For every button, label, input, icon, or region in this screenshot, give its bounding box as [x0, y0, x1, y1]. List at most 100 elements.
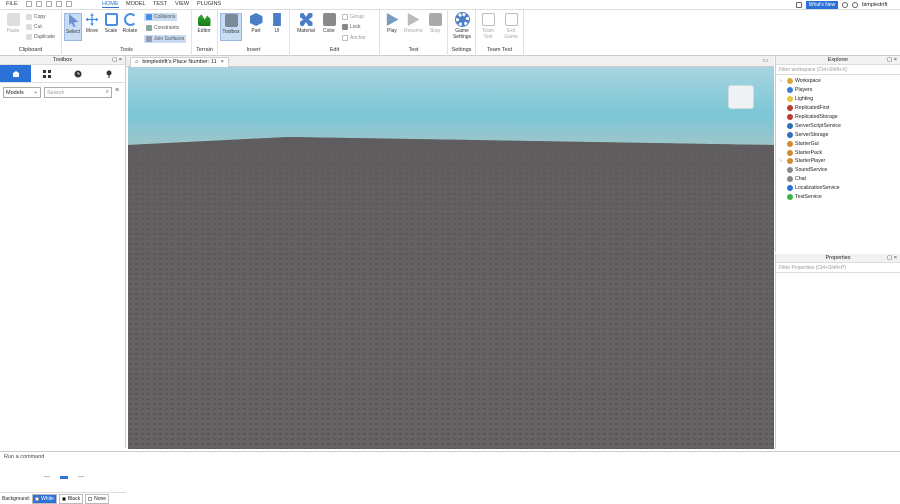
paste-button[interactable]: Paste	[4, 13, 22, 34]
tab-marketplace[interactable]	[0, 65, 32, 82]
lock-icon	[342, 24, 348, 30]
menu-plugins[interactable]: PLUGINS	[197, 1, 221, 7]
tab-recent[interactable]	[63, 65, 94, 82]
panel-controls-icon[interactable]: ▢ ×	[112, 56, 122, 65]
whats-new-button[interactable]: What's New	[806, 1, 838, 9]
redo-icon[interactable]	[56, 1, 62, 7]
stop-icon	[428, 13, 442, 26]
tree-item[interactable]: StarterGui	[776, 139, 900, 148]
tree-item[interactable]: Lighting	[776, 95, 900, 104]
bg-white-option[interactable]: White	[32, 493, 57, 504]
command-bar[interactable]: Run a command	[0, 451, 900, 461]
part-button[interactable]: Part	[247, 13, 265, 34]
rotate-button[interactable]: Rotate	[121, 13, 139, 34]
stop-button[interactable]: Stop	[426, 13, 444, 34]
collisions-toggle[interactable]: Collisions	[144, 13, 178, 21]
undo-icon[interactable]	[46, 1, 52, 7]
tab-creations[interactable]	[94, 65, 125, 82]
search-input[interactable]: Search ⌕	[44, 87, 112, 98]
copy-button[interactable]: Copy	[26, 14, 46, 20]
material-icon	[299, 13, 313, 26]
bg-none-option[interactable]: None	[85, 493, 110, 504]
group-button[interactable]: Group	[342, 14, 364, 20]
tree-item[interactable]: › Workspace	[776, 77, 900, 86]
explorer-header: Explorer ▢ ×	[776, 56, 900, 65]
tree-item-label: ServerScriptService	[795, 122, 841, 129]
team-test-button[interactable]: Team Test	[479, 13, 497, 40]
game-settings-button[interactable]: Game Settings	[452, 12, 472, 40]
tree-item[interactable]: LocalizationService	[776, 184, 900, 193]
rotate-icon	[123, 13, 137, 26]
toolbox-button[interactable]: Toolbox	[220, 13, 242, 41]
group-icon	[342, 14, 348, 20]
collapse-ribbon-icon[interactable]	[796, 2, 802, 8]
menu-test[interactable]: TEST	[153, 1, 167, 7]
save-icon[interactable]	[36, 1, 42, 7]
menu-model[interactable]: MODEL	[126, 1, 146, 7]
username[interactable]: bimpledrift	[862, 2, 887, 8]
menu-home[interactable]: HOME	[102, 1, 119, 8]
tree-item[interactable]: ReplicatedStorage	[776, 113, 900, 122]
constraints-toggle[interactable]: Constraints	[146, 25, 179, 31]
bg-black-option[interactable]: Black	[58, 493, 84, 504]
toolbox-filter-row: Models ⌄ Search ⌕ ≡	[0, 83, 125, 102]
place-tab-title: bimpledrift's Place Number: 11	[142, 59, 217, 65]
terrain-editor-button[interactable]: Editor	[195, 13, 213, 34]
close-tab-icon[interactable]: ×	[221, 59, 224, 66]
clipboard-group: Paste Copy Cut Duplicate Clipboard	[0, 10, 62, 56]
expand-arrow-icon[interactable]: ›	[780, 78, 785, 84]
insert-group: Toolbox Part UI Insert	[218, 10, 290, 56]
view-cube[interactable]	[728, 85, 754, 109]
filter-icon[interactable]: ≡	[115, 87, 119, 98]
restore-icon[interactable]: ▭	[762, 57, 768, 64]
ribbon: Paste Copy Cut Duplicate Clipboard Selec…	[0, 10, 900, 56]
tree-item[interactable]: Chat	[776, 175, 900, 184]
share-icon[interactable]	[852, 2, 858, 8]
color-button[interactable]: Color	[320, 13, 338, 34]
lock-button[interactable]: Lock	[342, 24, 361, 30]
tree-item-label: ReplicatedStorage	[795, 114, 838, 120]
move-button[interactable]: Move	[83, 13, 101, 34]
menu-view[interactable]: VIEW	[175, 1, 189, 7]
menu-file[interactable]: FILE	[6, 1, 18, 7]
tree-item[interactable]: StarterPack	[776, 148, 900, 157]
tree-item[interactable]: › StarterPlayer	[776, 157, 900, 166]
tree-item-label: TestService	[795, 194, 822, 201]
dropdown-icon[interactable]	[66, 1, 72, 7]
cut-button[interactable]: Cut	[26, 24, 42, 30]
document-tab-bar: ⌂ bimpledrift's Place Number: 11 × ▭	[126, 56, 774, 67]
toolbox-icon	[224, 14, 238, 27]
anchor-button[interactable]: Anchor	[342, 35, 366, 41]
resume-button[interactable]: Resume	[404, 13, 423, 34]
tree-item[interactable]: SoundService	[776, 166, 900, 175]
tree-item[interactable]: TestService	[776, 193, 900, 202]
duplicate-button[interactable]: Duplicate	[26, 34, 55, 40]
test-label: Test	[408, 47, 419, 53]
panel-controls-icon[interactable]: ▢ ×	[887, 254, 897, 263]
scale-button[interactable]: Scale	[102, 13, 120, 34]
tree-item[interactable]: ReplicatedFirst	[776, 104, 900, 113]
join-surfaces-toggle[interactable]: Join Surfaces	[144, 35, 187, 43]
explorer-filter-input[interactable]: Filter workspace (Ctrl+Shift+X)	[776, 65, 900, 75]
help-icon[interactable]	[842, 2, 848, 8]
properties-title: Properties	[825, 255, 851, 261]
team-test-label: Team Test	[487, 47, 512, 53]
select-button[interactable]: Select	[64, 13, 82, 41]
settings-label: Settings	[451, 47, 472, 53]
properties-filter-input[interactable]: Filter Properties (Ctrl+Shift+P)	[776, 263, 900, 273]
tree-item[interactable]: ServerScriptService	[776, 121, 900, 130]
3d-viewport[interactable]	[128, 67, 774, 449]
material-button[interactable]: Material	[296, 13, 316, 34]
category-dropdown[interactable]: Models ⌄	[3, 87, 41, 98]
place-tab[interactable]: ⌂ bimpledrift's Place Number: 11 ×	[130, 57, 229, 67]
exit-game-button[interactable]: Exit Game	[502, 13, 520, 40]
tree-item[interactable]: ServerStorage	[776, 130, 900, 139]
panel-controls-icon[interactable]: ▢ ×	[887, 56, 897, 65]
new-file-icon[interactable]	[26, 1, 32, 7]
play-button[interactable]: Play	[383, 13, 401, 34]
tab-inventory[interactable]	[31, 65, 62, 82]
chevron-down-icon: ⌄	[33, 89, 38, 95]
tree-item[interactable]: Players	[776, 86, 900, 95]
expand-arrow-icon[interactable]: ›	[780, 158, 785, 164]
ui-button[interactable]: UI	[268, 13, 286, 34]
